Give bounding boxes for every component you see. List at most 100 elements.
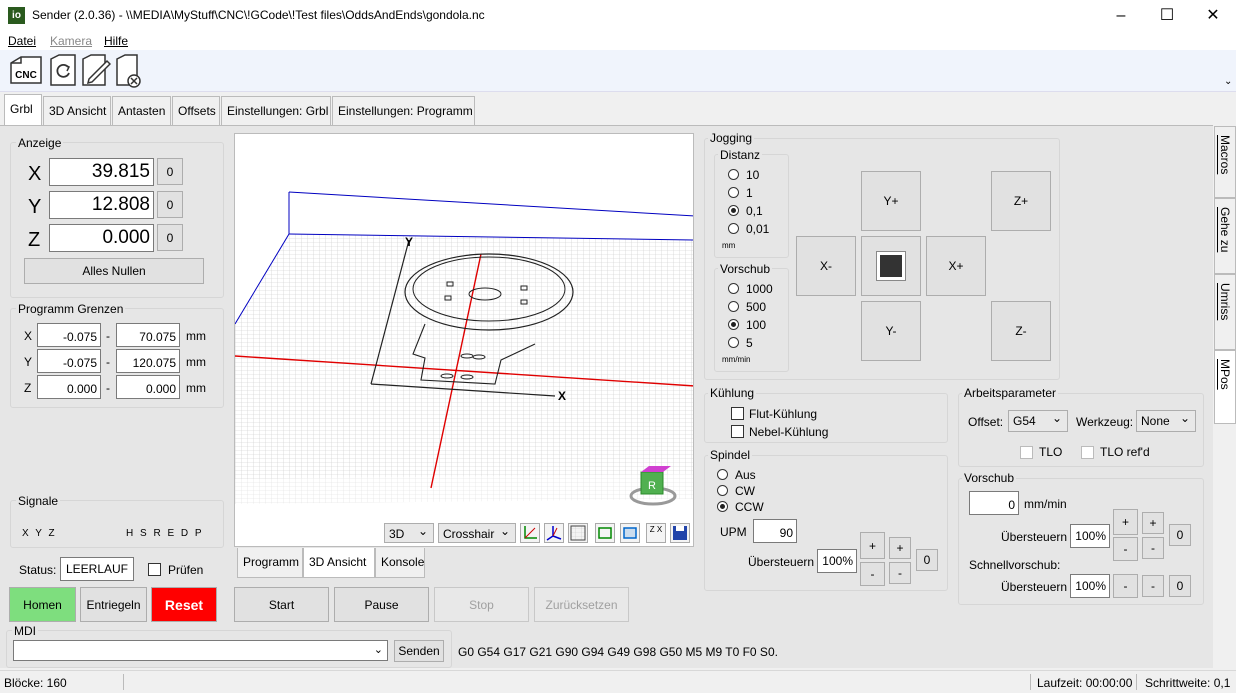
side-tab-gehe-zu[interactable]: Gehe zu <box>1214 198 1236 274</box>
jog-z-minus-button[interactable]: Z- <box>991 301 1051 361</box>
menu-hilfe[interactable]: Hilfe <box>104 34 128 48</box>
zero-all-button[interactable]: Alles Nullen <box>24 258 204 284</box>
tab-offsets[interactable]: Offsets <box>172 96 220 126</box>
minimize-button[interactable]: – <box>1098 0 1144 32</box>
mist-checkbox[interactable] <box>731 425 744 438</box>
tab-einstellungen-programm[interactable]: Einstellungen: Programm <box>332 96 475 126</box>
limit-y-unit: mm <box>186 355 206 369</box>
view-mode-select[interactable]: 3D <box>384 523 434 543</box>
feed-override-plus-10[interactable]: + <box>1113 509 1138 535</box>
send-button[interactable]: Senden <box>394 640 444 662</box>
jog-stop-button[interactable] <box>861 236 921 296</box>
stop-button[interactable]: Stop <box>434 587 529 622</box>
tool-select[interactable]: None <box>1136 410 1196 432</box>
tab-programm[interactable]: Programm <box>237 548 303 578</box>
edit-file-button[interactable] <box>78 52 112 88</box>
jog-y-minus-button[interactable]: Y- <box>861 301 921 361</box>
menu-datei[interactable]: Datei <box>8 34 36 48</box>
3d-viewer[interactable]: Y X R <box>234 133 694 547</box>
jog-z-plus-button[interactable]: Z+ <box>991 171 1051 231</box>
side-tab-macros[interactable]: Macros <box>1214 126 1236 198</box>
spindle-override-reset[interactable]: 0 <box>916 549 938 571</box>
mdi-dropdown-icon[interactable]: ⌄ <box>374 643 383 656</box>
distance-radio-1[interactable] <box>728 187 739 198</box>
feed-override-plus-1[interactable]: + <box>1142 512 1164 534</box>
rpm-input[interactable]: 90 <box>753 519 797 543</box>
side-tab-umriss[interactable]: Umriss <box>1214 274 1236 350</box>
toolbar-overflow-icon[interactable]: ⌄ <box>1224 76 1232 87</box>
zero-x-button[interactable]: 0 <box>157 158 183 185</box>
tab-3d-ansicht[interactable]: 3D Ansicht <box>43 96 111 126</box>
rapid-label: Schnellvorschub: <box>969 558 1061 572</box>
feed-radio-1000[interactable] <box>728 283 739 294</box>
jog-x-minus-button[interactable]: X- <box>796 236 856 296</box>
app-icon: io <box>8 7 25 24</box>
spindle-ccw-radio[interactable] <box>717 501 728 512</box>
bound-top-back <box>288 191 693 217</box>
tab-grbl[interactable]: Grbl <box>4 94 42 126</box>
check-mode-checkbox[interactable] <box>148 563 161 576</box>
spindle-cw-radio[interactable] <box>717 485 728 496</box>
spindle-override-plus-10[interactable]: + <box>860 532 885 559</box>
tab-antasten[interactable]: Antasten <box>112 96 171 126</box>
rapid-override-minus-10[interactable]: - <box>1113 574 1138 598</box>
rewind-button[interactable]: Zurücksetzen <box>534 587 629 622</box>
x-axis-label: X <box>558 389 566 403</box>
distance-radio-0-1[interactable] <box>728 205 739 216</box>
axis-y-value: 12.808 <box>49 191 154 219</box>
spindle-override-minus-1[interactable]: - <box>889 562 911 584</box>
spindle-override-plus-1[interactable]: + <box>889 537 911 559</box>
rapid-override-reset[interactable]: 0 <box>1169 575 1191 597</box>
unlock-button[interactable]: Entriegeln <box>80 587 147 622</box>
jog-x-plus-button[interactable]: X+ <box>926 236 986 296</box>
grid-toggle-icon[interactable] <box>568 523 588 543</box>
side-tab-mpos[interactable]: MPos <box>1214 350 1236 424</box>
home-button[interactable]: Homen <box>9 587 76 622</box>
menu-kamera[interactable]: Kamera <box>50 34 92 48</box>
flood-checkbox[interactable] <box>731 407 744 420</box>
feed-radio-5[interactable] <box>728 337 739 348</box>
offset-select[interactable]: G54 <box>1008 410 1068 432</box>
save-image-icon[interactable] <box>670 523 690 543</box>
spindle-override-minus-10[interactable]: - <box>860 562 885 586</box>
feed-radio-100[interactable] <box>728 319 739 330</box>
feed-radio-500[interactable] <box>728 301 739 312</box>
feed-override-reset[interactable]: 0 <box>1169 524 1191 546</box>
reload-file-button[interactable] <box>46 52 78 88</box>
tlo-checkbox[interactable] <box>1020 446 1033 459</box>
runtime: Laufzeit: 00:00:00 <box>1037 676 1133 690</box>
feed-override-minus-10[interactable]: - <box>1113 537 1138 561</box>
zx-view-icon[interactable]: Z X <box>646 523 666 543</box>
status-bar: Blöcke: 160 Laufzeit: 00:00:00 Schrittwe… <box>0 670 1236 693</box>
bounds-toggle-icon[interactable] <box>595 523 615 543</box>
mist-label: Nebel-Kühlung <box>749 425 829 439</box>
zero-y-button[interactable]: 0 <box>157 191 183 218</box>
feed-override-minus-1[interactable]: - <box>1142 537 1164 559</box>
jog-y-plus-button[interactable]: Y+ <box>861 171 921 231</box>
distance-radio-10[interactable] <box>728 169 739 180</box>
status-value: LEERLAUF <box>60 557 134 581</box>
axes-toggle-icon[interactable] <box>520 523 540 543</box>
tab-konsole[interactable]: Konsole <box>375 548 425 578</box>
workarea-toggle-icon[interactable] <box>620 523 640 543</box>
connect-cnc-button[interactable]: CNC <box>6 52 44 88</box>
maximize-button[interactable]: ☐ <box>1144 0 1190 32</box>
spindle-off-radio[interactable] <box>717 469 728 480</box>
rapid-override-minus-1[interactable]: - <box>1142 575 1164 597</box>
start-button[interactable]: Start <box>234 587 329 622</box>
reset-button[interactable]: Reset <box>151 587 217 622</box>
jog-feed-label: Vorschub <box>718 262 773 276</box>
axis-x-value: 39.815 <box>49 158 154 186</box>
mdi-input[interactable]: ⌄ <box>13 640 388 661</box>
tab-einstellungen-grbl[interactable]: Einstellungen: Grbl <box>221 96 331 126</box>
isometric-icon[interactable] <box>544 523 564 543</box>
close-file-button[interactable] <box>112 52 144 88</box>
distance-radio-0-01[interactable] <box>728 223 739 234</box>
side-tab-macros-label: Macros <box>1218 135 1232 175</box>
close-button[interactable]: ✕ <box>1190 0 1236 32</box>
tlo-refd-checkbox[interactable] <box>1081 446 1094 459</box>
tab-3d-view-bottom[interactable]: 3D Ansicht <box>303 548 375 578</box>
cursor-select[interactable]: Crosshair <box>438 523 516 543</box>
pause-button[interactable]: Pause <box>334 587 429 622</box>
zero-z-button[interactable]: 0 <box>157 224 183 251</box>
